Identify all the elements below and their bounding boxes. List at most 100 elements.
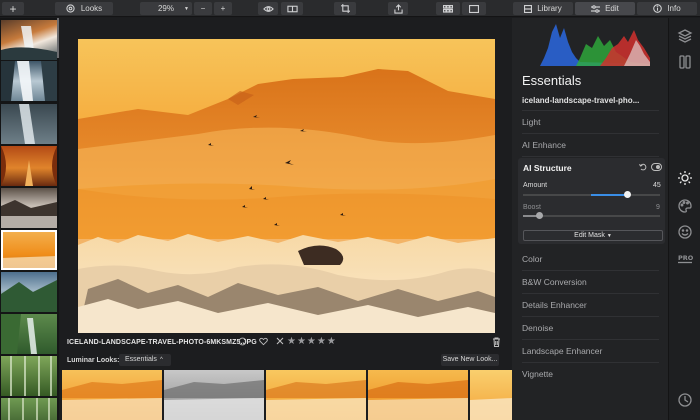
filmstrip-thumb[interactable] xyxy=(1,356,57,396)
section-light[interactable]: Light xyxy=(522,111,659,134)
tab-info[interactable]: Info xyxy=(637,2,697,15)
filmstrip-thumb[interactable] xyxy=(1,61,57,101)
single-view-button[interactable] xyxy=(462,2,486,15)
filmstrip-thumb[interactable] xyxy=(1,146,57,186)
boost-slider[interactable] xyxy=(523,212,660,219)
look-thumb[interactable] xyxy=(62,370,162,420)
section-ai-enhance[interactable]: AI Enhance xyxy=(522,134,659,157)
crop-icon xyxy=(340,4,350,13)
compare-icon xyxy=(286,5,298,13)
amount-label: Amount xyxy=(523,182,548,189)
section-color[interactable]: Color xyxy=(522,248,659,271)
look-thumb[interactable] xyxy=(266,370,366,420)
reset-icon[interactable] xyxy=(639,163,647,171)
section-denoise[interactable]: Denoise xyxy=(522,317,659,340)
image-viewer: ICELAND-LANDSCAPE-TRAVEL-PHOTO-6MKSMZ5.J… xyxy=(60,18,512,420)
clear-rating-icon[interactable] xyxy=(276,337,284,345)
filmstrip-thumb[interactable] xyxy=(1,272,57,312)
ai-structure-card: AI Structure Amount 45 Boost 9 Edit Mask… xyxy=(518,158,665,244)
reject-flag-icon[interactable] xyxy=(238,337,247,346)
luminar-looks-bar: Luminar Looks: Essentials ^ Save New Loo… xyxy=(60,352,512,368)
filmstrip-scrollbar[interactable] xyxy=(57,18,59,58)
sliders-icon xyxy=(591,4,601,13)
zoom-in-label: + xyxy=(220,4,226,13)
eye-icon xyxy=(262,5,274,13)
panel-title: Essentials xyxy=(522,73,582,88)
zoom-out-label: − xyxy=(200,4,206,13)
filmstrip xyxy=(0,18,59,420)
zoom-value: 29% xyxy=(157,4,174,13)
boost-label: Boost xyxy=(523,204,541,211)
filmstrip-thumb[interactable] xyxy=(1,20,57,60)
filmstrip-thumb-selected[interactable] xyxy=(1,230,57,270)
tab-library-label: Library xyxy=(537,4,562,13)
amount-value: 45 xyxy=(653,182,661,189)
smiley-icon[interactable] xyxy=(677,224,693,240)
zoom-out-button[interactable]: − xyxy=(194,2,212,15)
main-photo[interactable] xyxy=(78,39,495,333)
history-icon[interactable] xyxy=(677,392,693,408)
edit-mask-label: Edit Mask xyxy=(574,232,605,239)
amount-slider[interactable] xyxy=(523,191,660,198)
sun-icon[interactable] xyxy=(677,170,693,186)
svg-text:PRO: PRO xyxy=(678,254,693,262)
share-icon xyxy=(393,3,403,14)
tab-edit-label: Edit xyxy=(605,4,619,13)
looks-strip xyxy=(60,370,512,420)
compare-button[interactable] xyxy=(281,2,303,15)
tab-library[interactable]: Library xyxy=(513,2,573,15)
ai-structure-title: AI Structure xyxy=(523,163,572,173)
library-icon xyxy=(524,4,533,13)
filmstrip-thumb[interactable] xyxy=(1,398,57,420)
add-button[interactable]: + xyxy=(2,2,24,16)
filmstrip-thumb[interactable] xyxy=(1,314,57,354)
preview-eye-button[interactable] xyxy=(258,2,278,15)
filmstrip-thumb[interactable] xyxy=(1,104,57,144)
look-thumb[interactable] xyxy=(164,370,264,420)
chevron-down-icon: ▼ xyxy=(184,5,189,12)
amount-slider-thumb[interactable] xyxy=(624,191,631,198)
crop-button[interactable] xyxy=(334,2,356,15)
image-name: iceland-landscape-travel-pho... xyxy=(522,96,640,105)
section-bw-conversion[interactable]: B&W Conversion xyxy=(522,271,659,294)
tab-edit[interactable]: Edit xyxy=(575,2,635,15)
grid-view-button[interactable] xyxy=(436,2,460,15)
visibility-toggle-icon[interactable] xyxy=(651,163,662,171)
looks-category-dropdown[interactable]: Essentials ^ xyxy=(119,354,171,366)
edit-mask-button[interactable]: Edit Mask ▼ xyxy=(523,230,663,241)
boost-value: 9 xyxy=(656,204,660,211)
zoom-in-button[interactable]: + xyxy=(214,2,232,15)
star-rating[interactable]: ★★★★★ xyxy=(287,336,337,347)
chevron-up-icon: ^ xyxy=(160,357,163,363)
looks-button[interactable]: Looks xyxy=(55,2,113,15)
filename: ICELAND-LANDSCAPE-TRAVEL-PHOTO-6MKSMZ5.J… xyxy=(67,339,257,346)
edit-panel: Essentials iceland-landscape-travel-pho.… xyxy=(512,18,668,420)
reject-flag-suffix: · xyxy=(249,338,252,345)
top-toolbar: + Looks 29% ▼ − + Library Edit Info xyxy=(0,0,700,17)
looks-icon xyxy=(66,4,75,13)
adjustments-icon[interactable] xyxy=(677,54,693,70)
grid-icon xyxy=(443,4,453,13)
look-thumb[interactable] xyxy=(470,370,512,420)
save-new-look-label: Save New Look... xyxy=(442,356,498,363)
section-vignette[interactable]: Vignette xyxy=(522,363,659,386)
filmstrip-thumb[interactable] xyxy=(1,188,57,228)
share-button[interactable] xyxy=(388,2,408,15)
section-details-enhancer[interactable]: Details Enhancer xyxy=(522,294,659,317)
looks-label: Looks xyxy=(80,4,103,13)
section-landscape-enhancer[interactable]: Landscape Enhancer xyxy=(522,340,659,363)
look-thumb[interactable] xyxy=(368,370,468,420)
pro-icon[interactable]: PRO xyxy=(677,250,693,266)
zoom-select[interactable]: 29% ▼ xyxy=(140,2,192,15)
looks-category-value: Essentials xyxy=(125,356,157,363)
palette-icon[interactable] xyxy=(677,198,693,214)
layers-icon[interactable] xyxy=(677,28,693,44)
trash-icon[interactable] xyxy=(492,337,501,347)
tool-icon-bar: PRO xyxy=(668,18,700,420)
single-view-icon xyxy=(469,4,479,13)
heart-icon[interactable] xyxy=(259,337,268,346)
boost-slider-thumb[interactable] xyxy=(536,212,543,219)
info-icon xyxy=(653,4,663,13)
looks-bar-label: Luminar Looks: xyxy=(67,357,120,364)
save-new-look-button[interactable]: Save New Look... xyxy=(441,354,499,366)
